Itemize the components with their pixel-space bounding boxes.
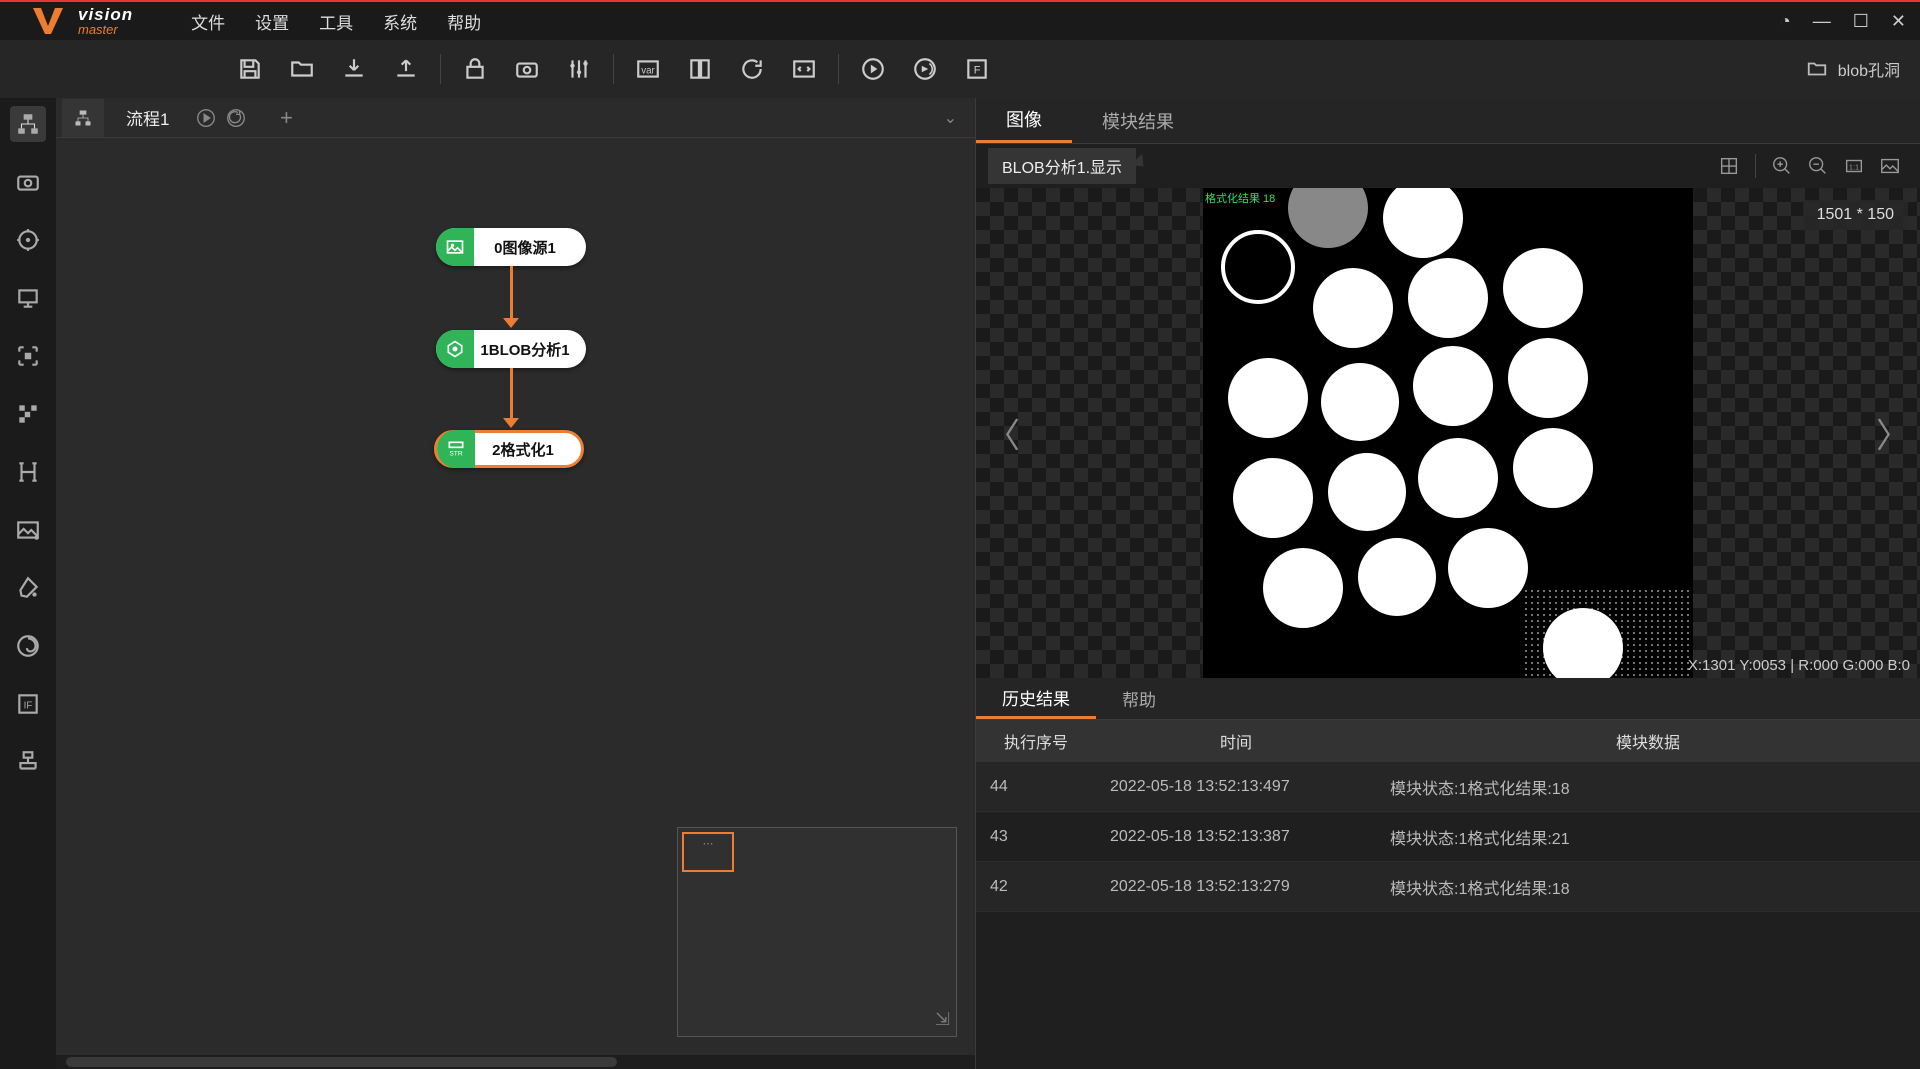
flow-tab-1[interactable]: 流程1 bbox=[104, 105, 191, 130]
node-blob-analysis[interactable]: 1BLOB分析1 bbox=[436, 330, 586, 368]
svg-text:1:1: 1:1 bbox=[1849, 163, 1859, 172]
project-file-indicator[interactable]: blob孔洞 bbox=[1806, 57, 1910, 81]
window-maximize[interactable]: ☐ bbox=[1853, 11, 1869, 32]
form-button[interactable]: F bbox=[957, 49, 997, 89]
image-icon bbox=[436, 228, 474, 266]
rail-spiral-icon[interactable] bbox=[10, 628, 46, 664]
image-prev-icon[interactable]: 〈 bbox=[980, 409, 1026, 458]
right-panel: 图像 模块结果 BLOB分析1.显示 1:1 格式化结果 18 bbox=[975, 98, 1920, 1069]
svg-text:STR: STR bbox=[449, 451, 463, 458]
save-button[interactable] bbox=[230, 49, 270, 89]
node-image-source[interactable]: 0图像源1 bbox=[436, 228, 586, 266]
menu-settings[interactable]: 设置 bbox=[255, 9, 289, 34]
overlay-result-text: 格式化结果 18 bbox=[1205, 190, 1275, 206]
blob-icon bbox=[436, 330, 474, 368]
zoom-out-icon[interactable] bbox=[1800, 148, 1836, 184]
layout-button[interactable] bbox=[680, 49, 720, 89]
sliders-button[interactable] bbox=[559, 49, 599, 89]
run-loop-button[interactable] bbox=[905, 49, 945, 89]
brand-sub: master bbox=[78, 23, 133, 36]
flow-run-icon[interactable] bbox=[191, 103, 221, 133]
code-button[interactable] bbox=[784, 49, 824, 89]
image-dimensions: 1501 * 150 bbox=[1803, 200, 1908, 230]
import-button[interactable] bbox=[334, 49, 374, 89]
flow-loop-icon[interactable] bbox=[221, 103, 251, 133]
actual-size-icon[interactable]: 1:1 bbox=[1836, 148, 1872, 184]
minimap-expand-icon[interactable]: ⇲ bbox=[935, 1009, 950, 1030]
title-bar: vision master 文件 设置 工具 系统 帮助 ◔ — ☐ ✕ bbox=[0, 2, 1920, 40]
display-source-select[interactable]: BLOB分析1.显示 bbox=[988, 148, 1136, 184]
open-folder-button[interactable] bbox=[282, 49, 322, 89]
menu-file[interactable]: 文件 bbox=[191, 9, 225, 34]
window-minimize[interactable]: — bbox=[1813, 11, 1831, 32]
rail-camera-icon[interactable] bbox=[10, 164, 46, 200]
rail-pattern-icon[interactable] bbox=[10, 396, 46, 432]
flow-tree-icon[interactable] bbox=[62, 99, 104, 137]
rail-if-icon[interactable]: IF bbox=[10, 686, 46, 722]
col-seq: 执行序号 bbox=[976, 720, 1096, 762]
rail-image-icon[interactable] bbox=[10, 512, 46, 548]
project-file-name: blob孔洞 bbox=[1838, 57, 1900, 81]
node-format[interactable]: STR 2格式化1 bbox=[434, 430, 584, 468]
add-flow-tab[interactable]: + bbox=[269, 101, 303, 135]
flow-hscroll[interactable] bbox=[56, 1055, 975, 1069]
table-row[interactable]: 42 2022-05-18 13:52:13:279 模块状态:1格式化结果:1… bbox=[976, 862, 1920, 912]
window-close[interactable]: ✕ bbox=[1891, 11, 1906, 32]
brand-name: vision bbox=[78, 6, 133, 23]
toolbar: var F blob孔洞 bbox=[0, 40, 1920, 98]
camera-button[interactable] bbox=[507, 49, 547, 89]
refresh-button[interactable] bbox=[732, 49, 772, 89]
tab-module-result[interactable]: 模块结果 bbox=[1072, 98, 1204, 143]
flow-dropdown-icon[interactable]: ⌄ bbox=[944, 108, 969, 128]
format-icon: STR bbox=[437, 430, 475, 468]
rail-screen-icon[interactable] bbox=[10, 280, 46, 316]
col-time: 时间 bbox=[1096, 720, 1376, 762]
tab-history[interactable]: 历史结果 bbox=[976, 678, 1096, 719]
help-icon[interactable]: ◔ bbox=[1780, 11, 1791, 32]
flow-canvas[interactable]: 0图像源1 1BLOB分析1 STR 2格式化1 ⋯ ⇲ bbox=[56, 138, 975, 1055]
image-viewer[interactable]: 格式化结果 18 bbox=[976, 188, 1920, 678]
app-logo: vision master bbox=[0, 6, 151, 36]
minimap[interactable]: ⋯ ⇲ bbox=[677, 827, 957, 1037]
display-image: 格式化结果 18 bbox=[1203, 188, 1693, 678]
menu-bar: 文件 设置 工具 系统 帮助 bbox=[191, 9, 481, 34]
zoom-in-icon[interactable] bbox=[1764, 148, 1800, 184]
rail-paint-icon[interactable] bbox=[10, 570, 46, 606]
svg-text:var: var bbox=[641, 65, 655, 76]
menu-help[interactable]: 帮助 bbox=[447, 9, 481, 34]
rail-network-icon[interactable] bbox=[10, 744, 46, 780]
menu-system[interactable]: 系统 bbox=[383, 9, 417, 34]
left-tool-rail: IF bbox=[0, 98, 56, 1069]
history-table: 执行序号 时间 模块数据 44 2022-05-18 13:52:13:497 … bbox=[976, 720, 1920, 1069]
lock-button[interactable] bbox=[455, 49, 495, 89]
rail-flow-icon[interactable] bbox=[10, 106, 46, 142]
run-once-button[interactable] bbox=[853, 49, 893, 89]
svg-text:F: F bbox=[974, 64, 981, 76]
tab-image[interactable]: 图像 bbox=[976, 98, 1072, 143]
export-button[interactable] bbox=[386, 49, 426, 89]
minimap-viewport[interactable]: ⋯ bbox=[682, 832, 734, 872]
rail-measure-icon[interactable] bbox=[10, 454, 46, 490]
variables-button[interactable]: var bbox=[628, 49, 668, 89]
table-row[interactable]: 43 2022-05-18 13:52:13:387 模块状态:1格式化结果:2… bbox=[976, 812, 1920, 862]
image-next-icon[interactable]: 〉 bbox=[1870, 409, 1916, 458]
rail-scan-icon[interactable] bbox=[10, 338, 46, 374]
flow-panel: 流程1 + ⌄ 0图像源1 1BLOB分析1 STR 2格式化1 ⋯ bbox=[56, 98, 975, 1069]
cursor-pixel-info: X:1301 Y:0053 | R:000 G:000 B:0 bbox=[1688, 657, 1910, 674]
rail-target-icon[interactable] bbox=[10, 222, 46, 258]
fullscreen-icon[interactable] bbox=[1872, 148, 1908, 184]
svg-text:IF: IF bbox=[24, 700, 33, 711]
tab-help[interactable]: 帮助 bbox=[1096, 678, 1182, 719]
menu-tools[interactable]: 工具 bbox=[319, 9, 353, 34]
table-row[interactable]: 44 2022-05-18 13:52:13:497 模块状态:1格式化结果:1… bbox=[976, 762, 1920, 812]
fit-icon[interactable] bbox=[1711, 148, 1747, 184]
col-data: 模块数据 bbox=[1376, 720, 1920, 762]
